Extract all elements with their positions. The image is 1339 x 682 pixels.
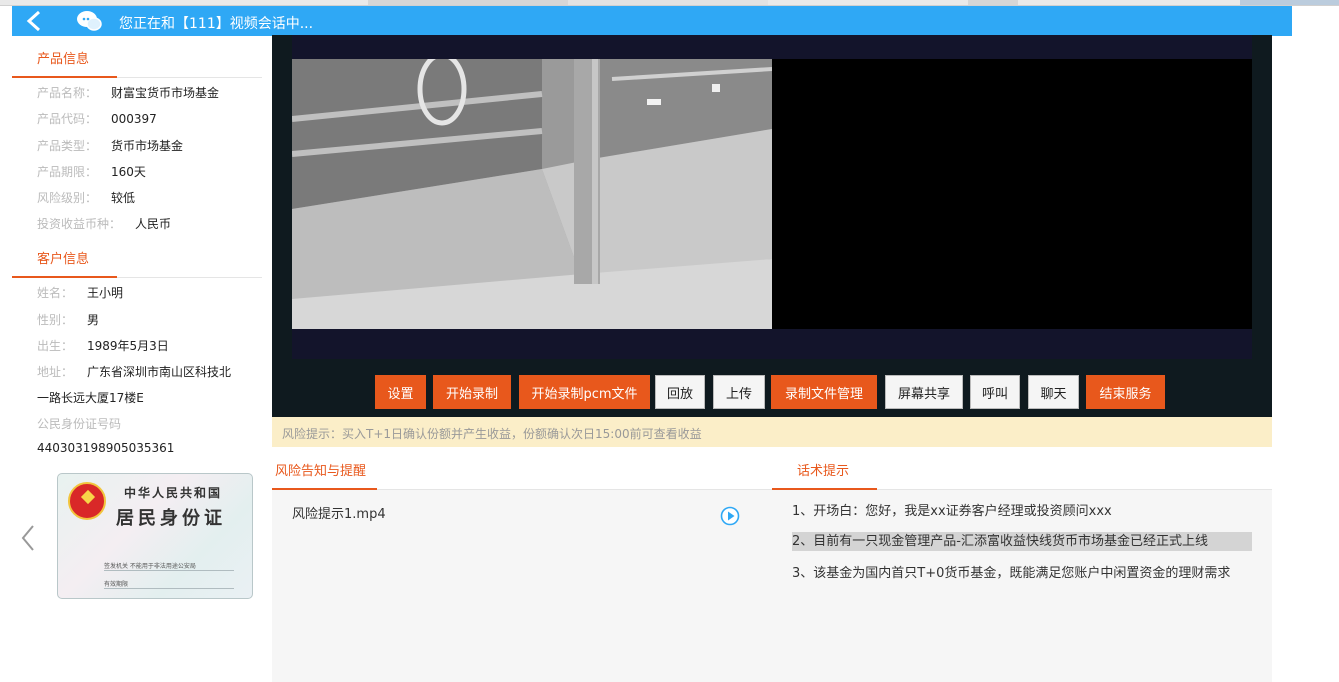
- risk-panel-title: 风险告知与提醒: [275, 464, 367, 479]
- bottom-panel: 风险告知与提醒 话术提示 风险提示1.mp4 1、开场白：您好，我是xx证券客户…: [272, 447, 1272, 682]
- record-file-manage-button[interactable]: 录制文件管理: [771, 375, 877, 409]
- info-sidebar: 产品信息 产品名称： 财富宝货币市场基金 产品代码： 000397 产品类型： 货币市…: [12, 36, 262, 682]
- customer-section-header: 客户信息: [12, 236, 262, 278]
- customer-section-title: 客户信息: [37, 252, 90, 267]
- id-card-issuer: 签发机关 不能用于非法用途公安局: [104, 563, 196, 570]
- id-card-country: 中华人民共和国: [124, 486, 223, 500]
- script-panel-header: 话术提示: [772, 447, 1272, 490]
- chat-button[interactable]: 聊天: [1028, 375, 1079, 409]
- risk-video-file[interactable]: 风险提示1.mp4: [292, 503, 386, 522]
- customer-gender-row: 性别：男: [37, 313, 100, 327]
- risk-panel-header: 风险告知与提醒: [272, 447, 772, 490]
- national-emblem-icon: [68, 482, 106, 520]
- script-panel-title: 话术提示: [797, 464, 850, 479]
- product-section-title: 产品信息: [37, 52, 90, 67]
- id-number-label: 公民身份证号码: [37, 417, 122, 431]
- product-term-row: 产品期限： 160天: [37, 165, 146, 179]
- customer-name-row: 姓名： 王小明: [37, 286, 124, 300]
- customer-birth-row: 出生： 1989年5月3日: [37, 339, 169, 353]
- currency-row: 投资收益币种： 人民币: [37, 217, 172, 231]
- screen-share-button[interactable]: 屏幕共享: [885, 375, 963, 409]
- video-display: [292, 59, 1252, 329]
- video-panel: 设置 开始录制 开始录制pcm文件 回放 上传 录制文件管理 屏幕共享 呼叫 聊…: [272, 35, 1272, 417]
- start-record-button[interactable]: 开始录制: [433, 375, 511, 409]
- playback-button[interactable]: 回放: [655, 375, 705, 409]
- end-service-button[interactable]: 结束服务: [1086, 375, 1165, 409]
- customer-address-line2: 一路长远大厦17楼E: [37, 391, 144, 405]
- id-card-valid: 有效期限: [104, 581, 129, 588]
- product-code-row: 产品代码： 000397: [37, 112, 157, 126]
- risk-level-row: 风险级别： 较低: [37, 191, 136, 205]
- id-number-value: 440303198905035361: [37, 441, 175, 455]
- product-section-header: 产品信息: [12, 36, 262, 78]
- upload-button[interactable]: 上传: [713, 375, 765, 409]
- start-pcm-record-button[interactable]: 开始录制pcm文件: [519, 375, 650, 409]
- back-icon[interactable]: [24, 10, 46, 32]
- risk-tip-banner: 风险提示：买入T+1日确认份额并产生收益，份额确认次日15:00前可查看收益: [272, 417, 1272, 447]
- script-line: 3、该基金为国内首只T+0货币基金，既能满足您账户中闲置资金的理财需求: [792, 566, 1231, 581]
- product-type-row: 产品类型： 货币市场基金: [37, 139, 184, 153]
- product-name-row: 产品名称： 财富宝货币市场基金: [37, 86, 220, 100]
- video-toolbar: 设置 开始录制 开始录制pcm文件 回放 上传 录制文件管理 屏幕共享 呼叫 聊…: [272, 375, 1272, 411]
- id-card-title: 居民身份证: [116, 508, 226, 529]
- window-title: 您正在和【111】视频会话中...: [119, 16, 314, 32]
- id-card-image[interactable]: 中华人民共和国 居民身份证 签发机关 不能用于非法用途公安局 有效期限: [57, 473, 253, 599]
- script-line: 1、开场白：您好，我是xx证券客户经理或投资顾问xxx: [792, 504, 1112, 519]
- title-bar: 您正在和【111】视频会话中...: [12, 6, 1292, 36]
- camera-frame-image: [292, 59, 772, 329]
- customer-address-row: 地址： 广东省深圳市南山区科技北: [37, 365, 232, 379]
- chevron-left-icon[interactable]: [20, 524, 36, 552]
- play-icon[interactable]: [720, 506, 740, 526]
- call-button[interactable]: 呼叫: [970, 375, 1020, 409]
- settings-button[interactable]: 设置: [375, 375, 426, 409]
- script-line-highlighted: 2、目前有一只现金管理产品-汇添富收益快线货币市场基金已经正式上线: [792, 532, 1252, 551]
- local-camera-feed: [292, 59, 772, 329]
- chat-bubbles-icon: [77, 11, 102, 31]
